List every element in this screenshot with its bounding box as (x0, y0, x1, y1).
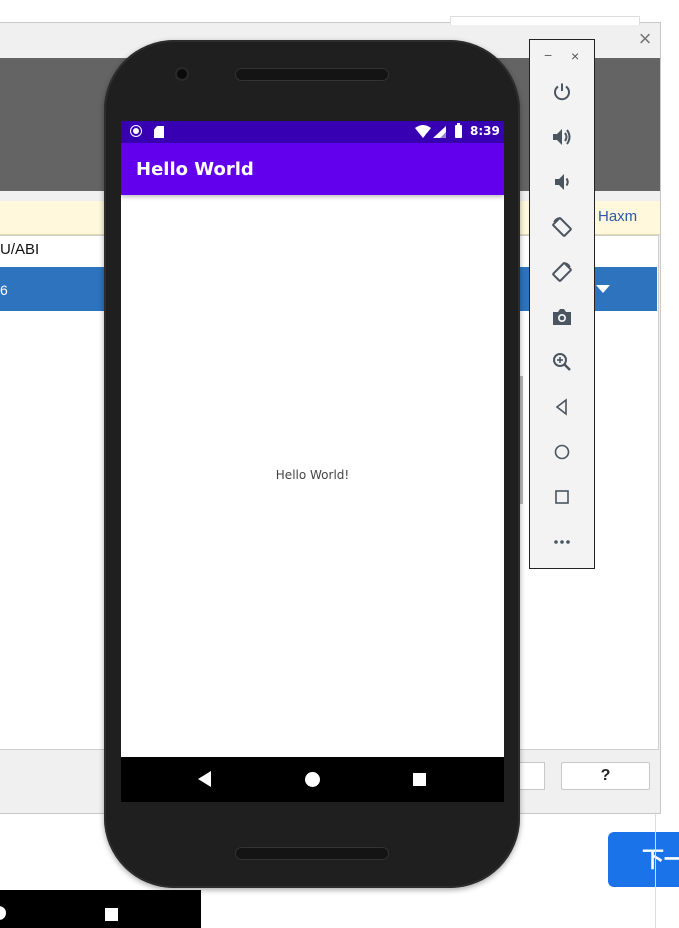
dropdown-arrow-icon[interactable] (596, 285, 610, 293)
haxm-link[interactable]: Haxm (598, 208, 637, 225)
rotate-left-icon[interactable] (549, 214, 575, 240)
background-nav-bar (0, 890, 201, 928)
hello-text: Hello World! (275, 468, 350, 482)
more-icon[interactable] (549, 529, 575, 555)
camera-icon[interactable] (549, 304, 575, 330)
app-bar: Hello World (121, 143, 504, 195)
nav-home-icon[interactable] (305, 772, 320, 787)
navigation-bar (121, 757, 504, 802)
volume-up-icon[interactable] (549, 124, 575, 150)
home-icon[interactable] (549, 439, 575, 465)
earpiece-speaker (235, 68, 389, 81)
zoom-icon[interactable] (549, 349, 575, 375)
selected-row-text: 6 (0, 282, 8, 298)
divider (655, 812, 656, 928)
app-title: Hello World (136, 159, 254, 180)
window-tab-edge (450, 16, 640, 25)
sd-card-icon (154, 126, 164, 138)
toolbar-minimize-button[interactable]: − (544, 48, 552, 62)
emulator-screen[interactable]: 8:39 Hello World Hello World! (121, 121, 504, 802)
status-bar: 8:39 (121, 121, 504, 143)
notification-icon (131, 126, 141, 136)
dialog-button[interactable] (518, 762, 545, 790)
toolbar-close-button[interactable]: × (571, 49, 579, 63)
front-camera-icon (177, 69, 187, 79)
next-button[interactable]: 下一 (608, 832, 679, 887)
nav-back-icon[interactable] (198, 771, 211, 787)
emulator-toolbar: − × (529, 39, 595, 569)
power-icon[interactable] (549, 79, 575, 105)
overview-icon[interactable] (549, 484, 575, 510)
background-recents-icon (105, 908, 118, 921)
volume-down-icon[interactable] (549, 169, 575, 195)
signal-icon (433, 126, 446, 138)
status-time: 8:39 (470, 124, 500, 138)
rotate-right-icon[interactable] (549, 259, 575, 285)
dialog-close-icon[interactable]: × (636, 28, 654, 50)
battery-icon (455, 123, 462, 138)
back-icon[interactable] (549, 394, 575, 420)
bottom-speaker (235, 847, 389, 860)
nav-recents-icon[interactable] (413, 773, 426, 786)
wifi-icon (415, 125, 431, 138)
column-header-abi[interactable]: U/ABI (0, 241, 39, 258)
help-button[interactable]: ? (561, 762, 650, 790)
